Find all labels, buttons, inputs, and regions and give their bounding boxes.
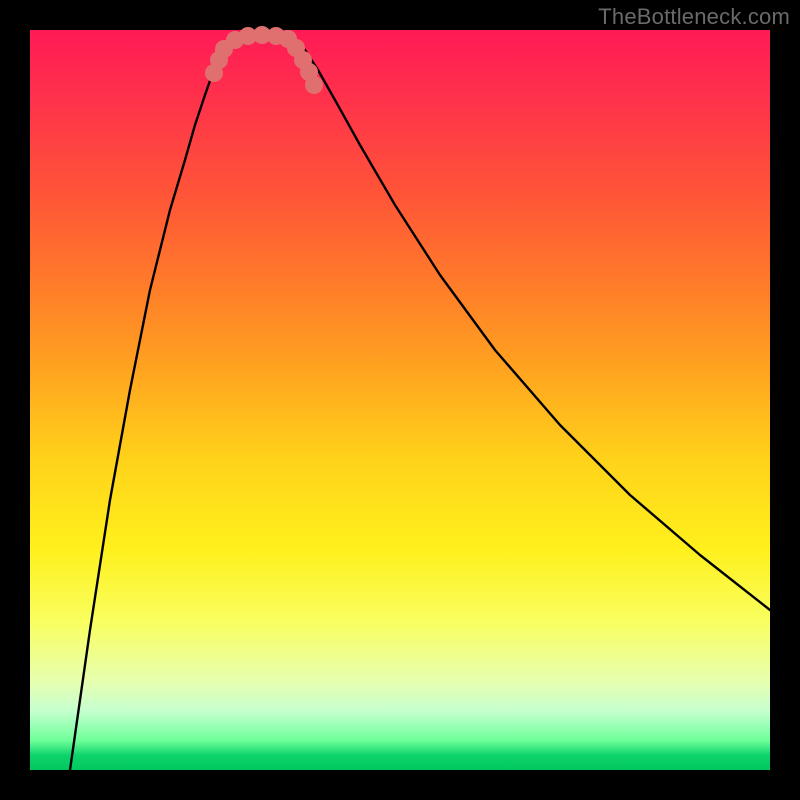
watermark-text: TheBottleneck.com bbox=[598, 4, 790, 30]
plot-area bbox=[30, 30, 770, 770]
chart-frame: TheBottleneck.com bbox=[0, 0, 800, 800]
curve-svg bbox=[30, 30, 770, 770]
bottleneck-curve bbox=[70, 34, 770, 770]
marker-dot bbox=[305, 76, 323, 94]
marker-group bbox=[205, 26, 323, 94]
